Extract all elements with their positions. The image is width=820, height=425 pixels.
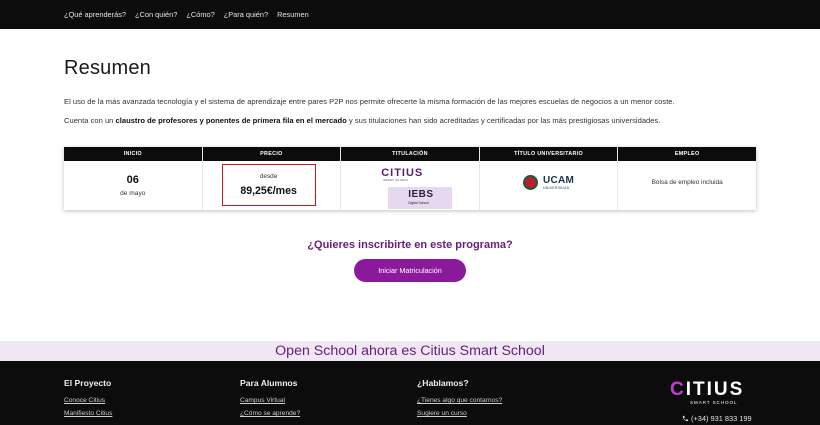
ucam-seal-icon — [522, 175, 538, 190]
ucam-logo-sub: UNIVERSIDAD — [542, 185, 570, 190]
footer-link-contarnos[interactable]: ¿Tienes algo que contarnos? — [417, 397, 502, 404]
enroll-question: ¿Quieres inscribirte en este programa? — [307, 239, 513, 251]
summary-paragraph-1: El uso de la más avanzada tecnología y e… — [64, 97, 675, 106]
top-navigation: ¿Qué aprenderás? ¿Con quién? ¿Cómo? ¿Par… — [0, 0, 820, 29]
footer-link-conoce-citius[interactable]: Conoce Citius — [64, 397, 112, 404]
column-titulo-universitario: TÍTULO UNIVERSITARIO UCAM UNIVERSIDAD — [479, 147, 619, 210]
column-precio: PRECIO desde 89,25€/mes — [202, 147, 342, 210]
column-empleo: EMPLEO Bolsa de empleo incluida — [618, 147, 756, 210]
iebs-logo-text: IEBS — [408, 189, 434, 200]
citius-logo: CITIUS — [381, 167, 424, 179]
summary-paragraph-2-pre: Cuenta con un — [64, 116, 116, 125]
footer-citius-logo[interactable]: CITIUS SMART SCHOOL — [670, 380, 758, 405]
header-precio: PRECIO — [202, 147, 341, 161]
footer-column-alumnos: Para Alumnos Campus Virtual ¿Cómo se apr… — [240, 378, 300, 423]
site-footer: El Proyecto Conoce Citius Manifiesto Cit… — [0, 361, 820, 425]
iebs-logo-sub: Digital School — [408, 201, 429, 205]
empleo-text: Bolsa de empleo incluida — [651, 179, 723, 186]
citius-logo-sub: SMART SCHOOL — [383, 179, 409, 182]
precio-body: desde 89,25€/mes — [203, 161, 341, 210]
titulacion-body: CITIUS SMART SCHOOL IEBS Digital School — [341, 161, 479, 210]
header-titulo-universitario: TÍTULO UNIVERSITARIO — [479, 147, 618, 161]
rebrand-banner: Open School ahora es Citius Smart School — [0, 341, 820, 361]
program-summary-table: INICIO 06 de mayo PRECIO desde 89,25€/me… — [64, 147, 756, 210]
nav-link-que-aprenderas[interactable]: ¿Qué aprenderás? — [64, 10, 126, 19]
footer-logo-initial: C — [670, 379, 686, 400]
footer-phone[interactable]: (+34) 931 833 199 — [682, 414, 752, 423]
summary-paragraph-2-post: y sus titulaciones han sido acreditadas … — [346, 116, 661, 125]
summary-paragraph-2: Cuenta con un claustro de profesores y p… — [64, 116, 660, 125]
column-inicio: INICIO 06 de mayo — [64, 147, 203, 210]
column-titulacion: TITULACIÓN CITIUS SMART SCHOOL IEBS Digi… — [341, 147, 480, 210]
footer-logo-wordmark: CITIUS — [670, 380, 758, 399]
start-day: 06 — [126, 174, 139, 186]
footer-link-manifiesto[interactable]: Manifiesto Citius — [64, 410, 112, 417]
nav-link-con-quien[interactable]: ¿Con quién? — [135, 10, 177, 19]
nav-link-como[interactable]: ¿Cómo? — [186, 10, 214, 19]
footer-link-campus-virtual[interactable]: Campus Virtual — [240, 397, 300, 404]
footer-heading-hablamos: ¿Hablamos? — [417, 378, 469, 388]
page-title: Resumen — [64, 57, 151, 79]
universidad-body: UCAM UNIVERSIDAD — [480, 161, 618, 210]
nav-link-resumen[interactable]: Resumen — [277, 10, 309, 19]
footer-heading-proyecto: El Proyecto — [64, 378, 112, 388]
price-highlight-box: desde 89,25€/mes — [221, 164, 316, 206]
footer-column-proyecto: El Proyecto Conoce Citius Manifiesto Cit… — [64, 378, 112, 423]
phone-icon — [682, 415, 689, 422]
price-value: 89,25€/mes — [240, 185, 297, 197]
empleo-body: Bolsa de empleo incluida — [618, 161, 756, 210]
iebs-logo: IEBS Digital School — [388, 187, 453, 209]
footer-logo-sub: SMART SCHOOL — [690, 400, 738, 405]
footer-column-hablamos: ¿Hablamos? ¿Tienes algo que contarnos? S… — [417, 378, 502, 423]
header-titulacion: TITULACIÓN — [341, 147, 479, 161]
inicio-body: 06 de mayo — [64, 161, 202, 210]
footer-logo-rest: ITIUS — [685, 379, 745, 400]
start-enrollment-button[interactable]: Iniciar Matriculación — [354, 259, 466, 282]
footer-link-sugiere-curso[interactable]: Sugiere un curso — [417, 410, 502, 417]
header-empleo: EMPLEO — [618, 147, 756, 161]
ucam-logo-text: UCAM — [542, 174, 575, 186]
ucam-logo: UCAM UNIVERSIDAD — [522, 174, 575, 190]
footer-link-como-se-aprende[interactable]: ¿Cómo se aprende? — [240, 410, 300, 417]
footer-phone-number: (+34) 931 833 199 — [691, 414, 752, 423]
nav-link-para-quien[interactable]: ¿Para quién? — [224, 10, 268, 19]
ucam-wordmark: UCAM UNIVERSIDAD — [542, 174, 575, 190]
header-inicio: INICIO — [64, 147, 202, 161]
start-month: de mayo — [120, 190, 146, 197]
price-prefix: desde — [259, 173, 278, 180]
summary-paragraph-2-bold: claustro de profesores y ponentes de pri… — [115, 116, 347, 125]
footer-heading-alumnos: Para Alumnos — [240, 378, 298, 388]
